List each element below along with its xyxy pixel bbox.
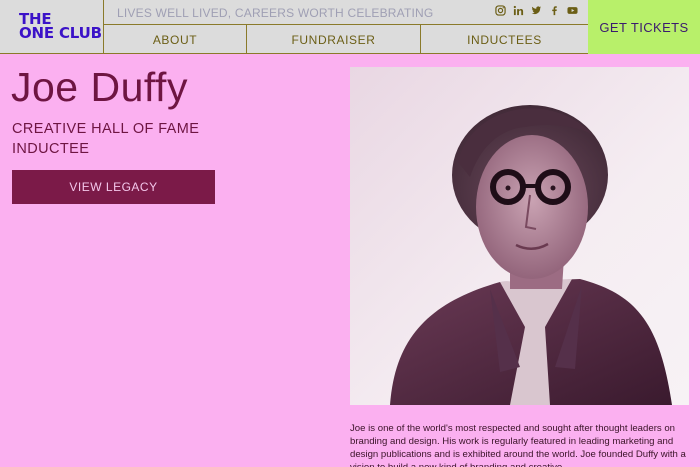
logo-line-2: ONE CLUB xyxy=(19,24,102,42)
site-header: THE ONE CLUB LIVES WELL LIVED, CAREERS W… xyxy=(0,0,700,54)
inductee-name: Joe Duffy xyxy=(11,64,188,110)
youtube-icon[interactable] xyxy=(567,5,578,16)
nav-inductees[interactable]: INDUCTEES xyxy=(421,25,588,54)
view-legacy-button[interactable]: VIEW LEGACY xyxy=(12,170,215,204)
nav-fundraiser[interactable]: FUNDRAISER xyxy=(247,25,421,54)
one-club-logo[interactable]: THE ONE CLUB xyxy=(0,0,104,54)
inductee-portrait xyxy=(350,67,689,405)
tagline-bar: LIVES WELL LIVED, CAREERS WORTH CELEBRAT… xyxy=(104,0,588,25)
instagram-icon[interactable] xyxy=(495,5,506,16)
linkedin-icon[interactable] xyxy=(513,5,524,16)
get-tickets-button[interactable]: GET TICKETS xyxy=(588,0,700,54)
tagline: LIVES WELL LIVED, CAREERS WORTH CELEBRAT… xyxy=(117,6,434,20)
twitter-icon[interactable] xyxy=(531,5,542,16)
inductee-bio: Joe is one of the world's most respected… xyxy=(350,423,686,467)
inductee-subtitle: CREATIVE HALL OF FAME INDUCTEE xyxy=(12,121,200,157)
facebook-icon[interactable] xyxy=(549,5,560,16)
main-nav: ABOUT FUNDRAISER INDUCTEES xyxy=(104,25,588,54)
social-links xyxy=(495,5,578,16)
nav-about[interactable]: ABOUT xyxy=(104,25,247,54)
